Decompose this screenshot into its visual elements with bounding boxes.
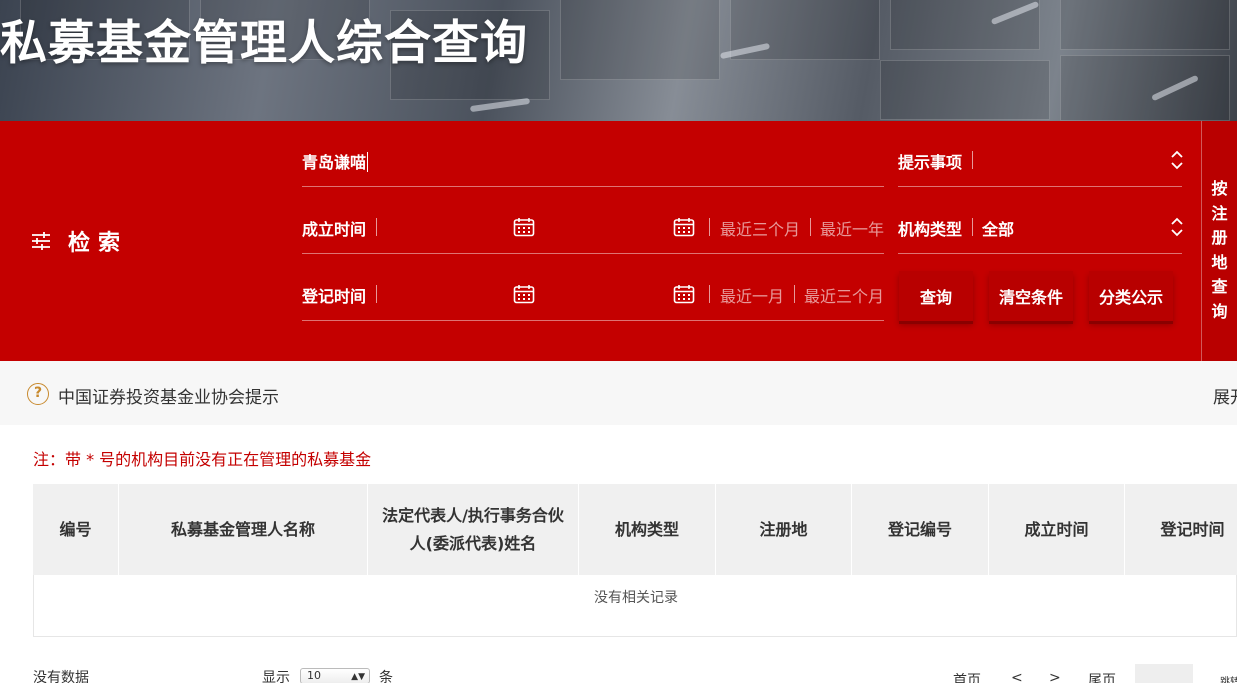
last-page-link[interactable]: 尾页 [1088, 670, 1116, 683]
banner-drawer [560, 0, 720, 80]
divider [376, 218, 377, 236]
first-page-link[interactable]: 首页 [953, 670, 981, 683]
page-number-input[interactable] [1135, 664, 1193, 683]
category-publish-button[interactable]: 分类公示 [1089, 271, 1173, 321]
registered-label: 登记时间 [302, 287, 367, 306]
keyword-input[interactable]: 青岛谦喵 [302, 149, 369, 173]
search-panel: 检索 青岛谦喵 提示事项 成立时间 最近三个月 最近一年 机构类型 全部 登记时… [0, 121, 1237, 361]
calendar-icon[interactable] [673, 217, 695, 237]
divider [709, 218, 710, 236]
divider [810, 218, 811, 236]
question-circle-icon: ? [27, 383, 49, 405]
org-type-value: 全部 [982, 220, 1015, 239]
show-label: 显示 [262, 670, 290, 683]
text-cursor [367, 152, 369, 172]
results-table: 编号 私募基金管理人名称 法定代表人/执行事务合伙人(委派代表)姓名 机构类型 … [33, 484, 1237, 637]
founded-quick-1y[interactable]: 最近一年 [820, 216, 884, 240]
prev-page-link[interactable]: < [1011, 670, 1023, 683]
jump-button[interactable]: 跳转 [1220, 673, 1237, 683]
column-header-registration-no[interactable]: 登记编号 [852, 484, 989, 575]
column-header-founded-date[interactable]: 成立时间 [989, 484, 1125, 575]
org-type-label: 机构类型 [898, 220, 963, 239]
association-notice-bar: ? 中国证券投资基金业协会提示 展开 [0, 361, 1237, 425]
calendar-icon[interactable] [513, 284, 535, 304]
calendar-icon[interactable] [673, 284, 695, 304]
chevron-updown-icon [1171, 150, 1183, 170]
keyword-value: 青岛谦喵 [302, 153, 367, 172]
page-title: 私募基金管理人综合查询 [0, 16, 528, 71]
founded-quick-3m[interactable]: 最近三个月 [720, 216, 800, 240]
table-header: 编号 私募基金管理人名称 法定代表人/执行事务合伙人(委派代表)姓名 机构类型 … [33, 484, 1237, 575]
search-by-region-tab[interactable]: 按 注 册 地 查 询 [1201, 121, 1237, 361]
side-tab-char: 查 [1211, 277, 1228, 296]
expand-link[interactable]: 展开 [1213, 383, 1237, 408]
column-header-org-type[interactable]: 机构类型 [579, 484, 716, 575]
chevron-updown-icon [1171, 217, 1183, 237]
divider [794, 285, 795, 303]
banner-drawer [1060, 55, 1230, 121]
column-header-manager-name[interactable]: 私募基金管理人名称 [119, 484, 368, 575]
founded-label: 成立时间 [302, 220, 367, 239]
column-header-legal-representative[interactable]: 法定代表人/执行事务合伙人(委派代表)姓名 [368, 484, 579, 575]
side-tab-char: 按 [1211, 179, 1228, 198]
query-button[interactable]: 查询 [899, 271, 973, 321]
clear-conditions-button[interactable]: 清空条件 [989, 271, 1073, 321]
pagination-bar: 没有数据 显示 10 ▲▼ 条 首页 < > 尾页 跳转 [0, 660, 1237, 683]
side-tab-char: 册 [1211, 228, 1228, 247]
divider [972, 218, 973, 236]
table-body: 没有相关记录 [33, 575, 1237, 637]
registered-quick-3m[interactable]: 最近三个月 [804, 283, 884, 307]
banner: 私募基金管理人综合查询 [0, 0, 1237, 121]
unit-label: 条 [379, 670, 393, 683]
next-page-link[interactable]: > [1049, 670, 1061, 683]
column-header-registered-place[interactable]: 注册地 [716, 484, 852, 575]
banner-drawer [880, 60, 1050, 120]
divider [709, 285, 710, 303]
side-tab-char: 地 [1211, 252, 1228, 272]
keyword-field[interactable]: 青岛谦喵 [302, 121, 884, 187]
search-panel-label: 检索 [30, 225, 128, 257]
divider [376, 285, 377, 303]
calendar-icon[interactable] [513, 217, 535, 237]
page-size-select[interactable]: 10 ▲▼ [300, 668, 370, 683]
founded-date-field: 成立时间 最近三个月 最近一年 [302, 188, 884, 254]
no-data-text: 没有数据 [33, 670, 89, 683]
org-type-select[interactable]: 机构类型 全部 [898, 188, 1183, 254]
search-panel-title: 检索 [68, 231, 129, 256]
column-header-registered-date[interactable]: 登记时间 [1125, 484, 1237, 575]
asterisk-note: 注：带 * 号的机构目前没有正在管理的私募基金 [33, 450, 372, 469]
empty-records-message: 没有相关记录 [594, 590, 678, 606]
hint-label: 提示事项 [898, 153, 963, 172]
banner-drawer [1060, 0, 1230, 50]
column-header-id[interactable]: 编号 [33, 484, 119, 575]
hint-select[interactable]: 提示事项 [898, 121, 1183, 187]
page-size-value: 10 [307, 669, 321, 682]
registered-quick-1m[interactable]: 最近一月 [720, 283, 784, 307]
registered-date-field: 登记时间 最近一月 最近三个月 [302, 255, 884, 321]
side-tab-char: 注 [1211, 203, 1228, 223]
filter-sliders-icon [32, 232, 50, 250]
notice-text: 中国证券投资基金业协会提示 [58, 388, 279, 408]
side-tab-char: 询 [1211, 301, 1228, 321]
divider [972, 151, 973, 169]
chevron-updown-icon: ▲▼ [351, 672, 365, 682]
